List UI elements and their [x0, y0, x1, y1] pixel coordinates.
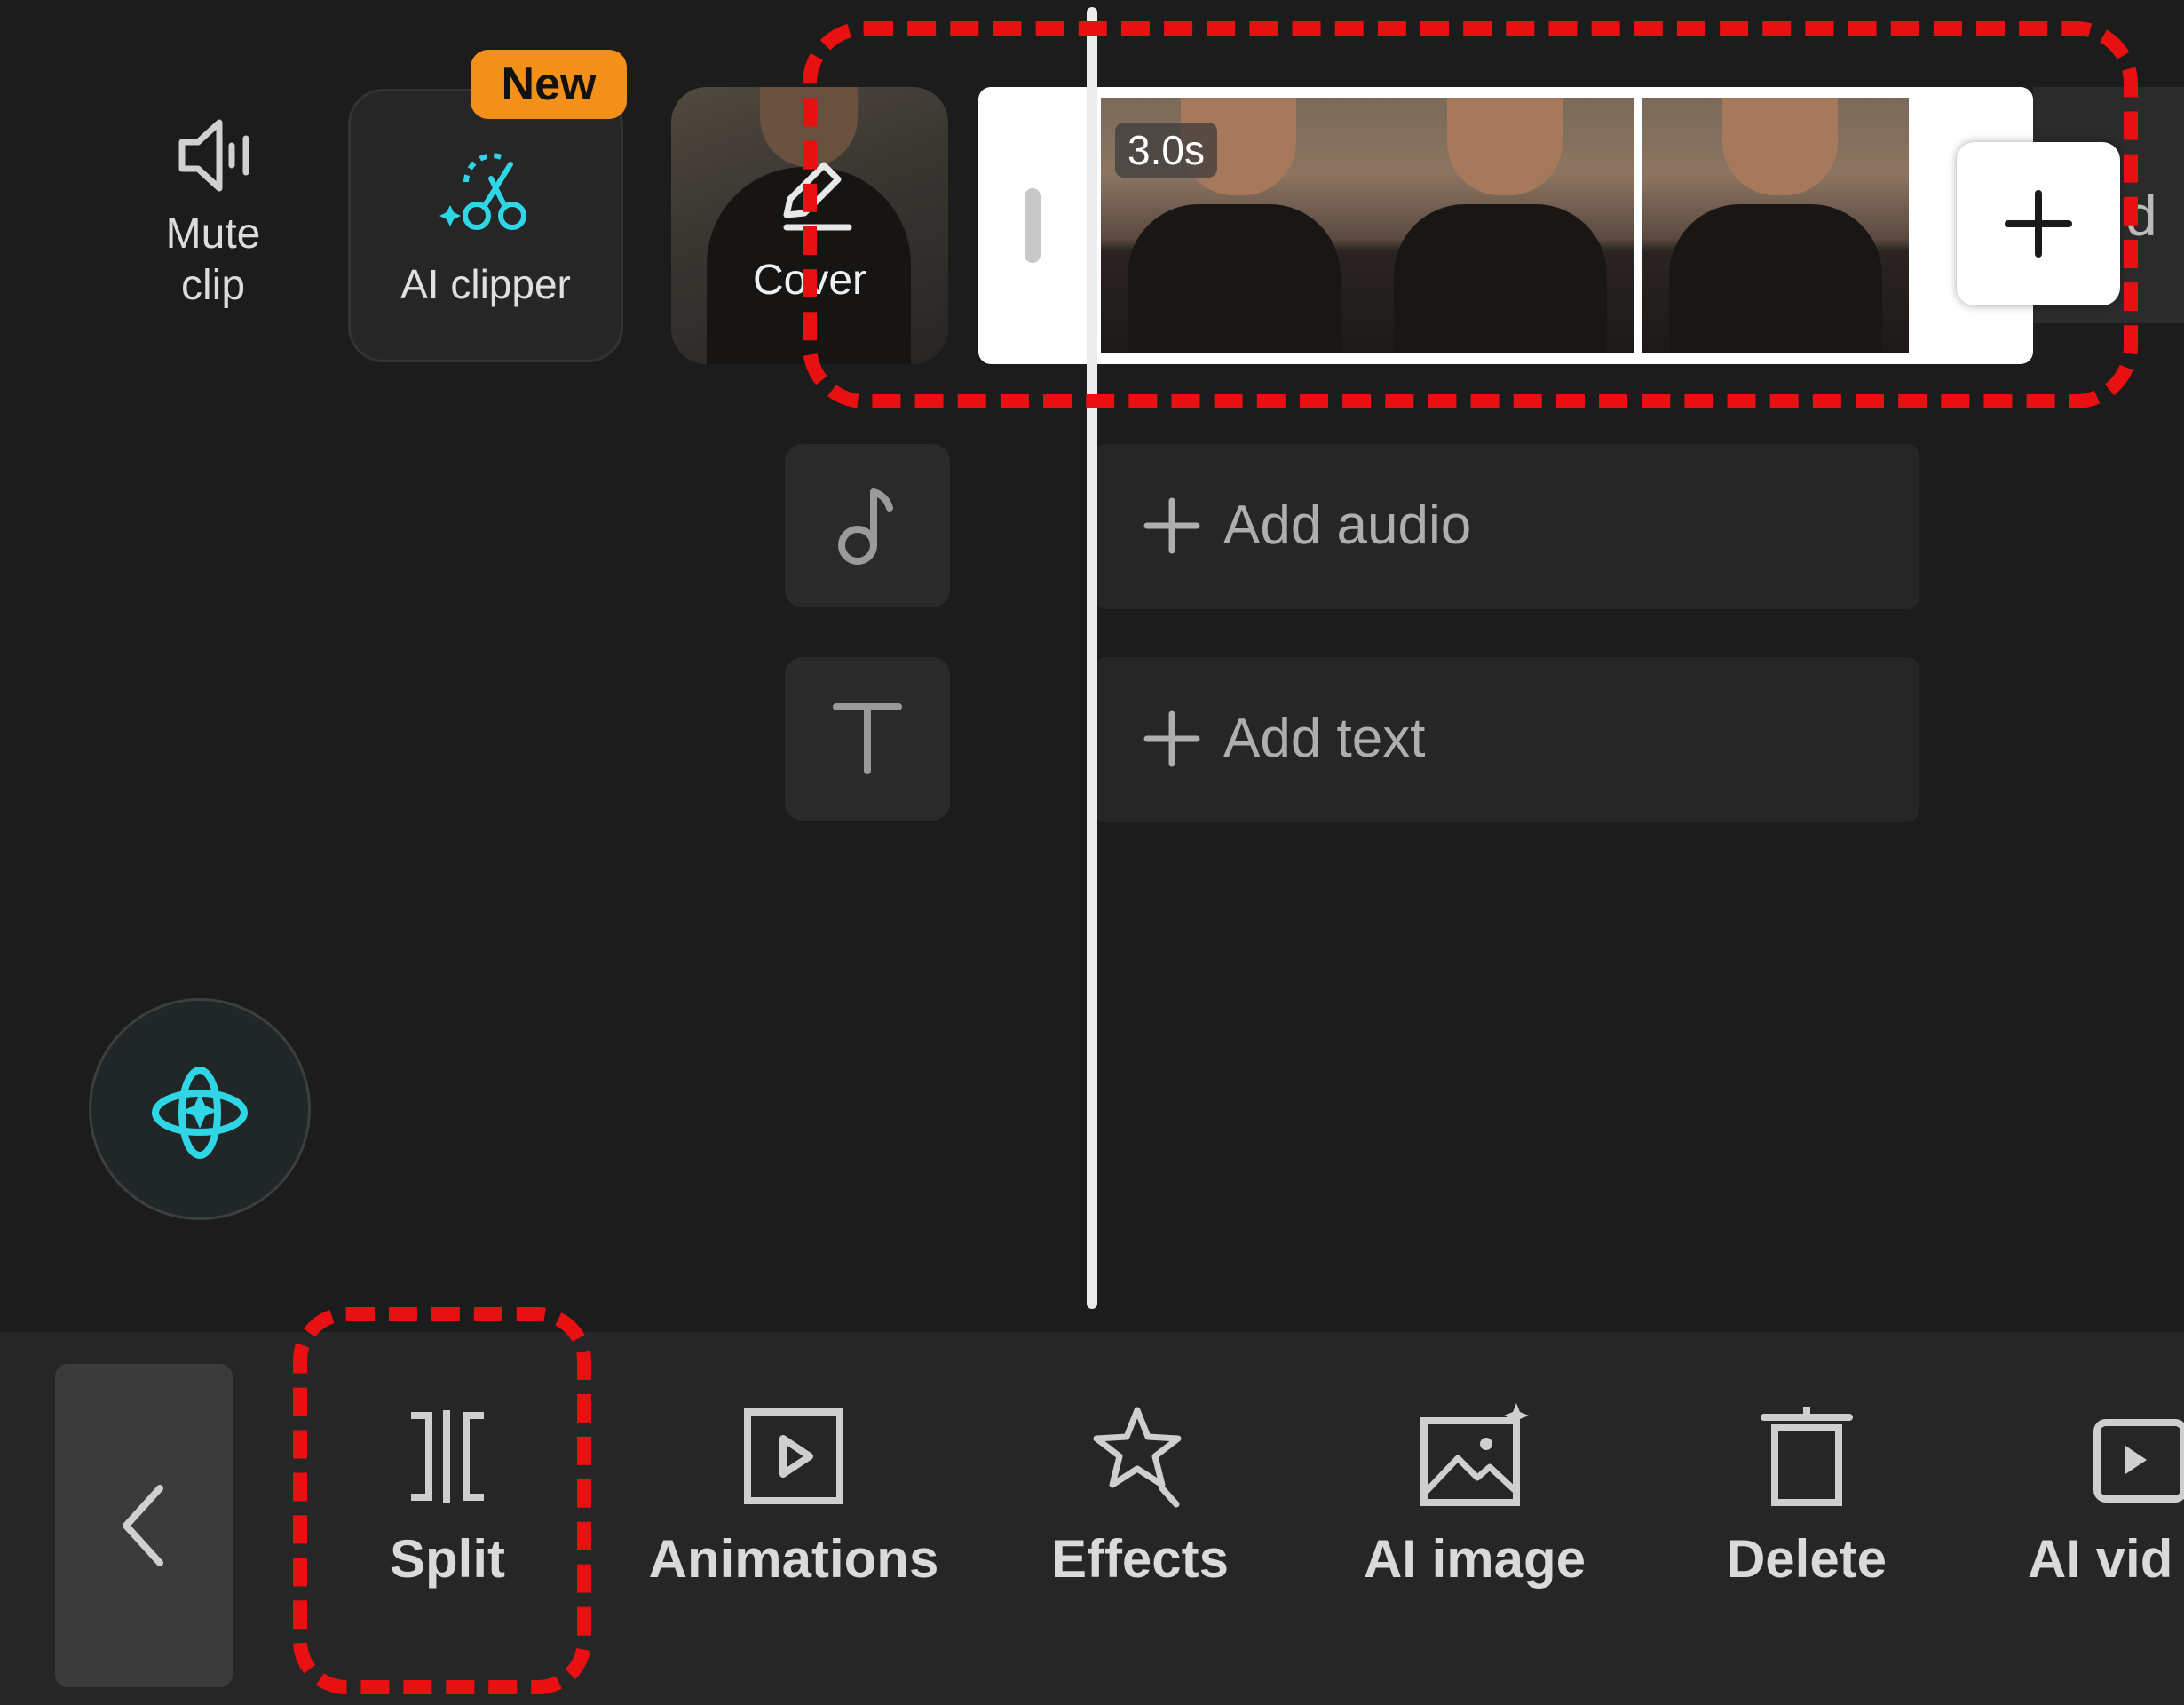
back-button[interactable]	[55, 1364, 233, 1687]
highlight-clip-annotation	[803, 21, 2138, 408]
delete-button[interactable]: Delete	[1705, 1403, 1909, 1590]
chevron-left-icon	[123, 1485, 163, 1566]
speaker-icon	[178, 119, 249, 192]
mute-label-line1: Mute	[165, 210, 261, 258]
ai-image-icon	[1420, 1403, 1529, 1506]
effects-icon	[1093, 1407, 1182, 1508]
ai-image-label: AI image	[1363, 1529, 1587, 1589]
add-audio-track[interactable]: Add audio	[1094, 444, 1919, 609]
ai-clipper-label: AI clipper	[400, 261, 571, 307]
animations-icon	[744, 1408, 843, 1504]
ai-orbit-sparkle-icon	[152, 1067, 248, 1159]
add-text-label: Add text	[1223, 708, 1426, 769]
ai-video-button[interactable]: AI vid	[2024, 1403, 2184, 1590]
audio-track-icon-box[interactable]	[785, 444, 950, 607]
ai-video-icon	[2093, 1419, 2184, 1503]
ai-video-label: AI vid	[2028, 1529, 2173, 1589]
ai-image-button[interactable]: AI image	[1346, 1403, 1603, 1590]
highlight-split-annotation	[293, 1307, 591, 1694]
ai-clipper-icon	[439, 153, 526, 230]
ai-assistant-button[interactable]	[89, 998, 311, 1220]
mute-label-line2: clip	[180, 262, 246, 309]
mute-clip-button[interactable]: Mute clip	[133, 107, 293, 312]
music-note-icon	[838, 488, 893, 565]
delete-icon	[1761, 1407, 1853, 1506]
animations-label: Animations	[648, 1529, 939, 1589]
animations-button[interactable]: Animations	[625, 1403, 962, 1590]
text-t-icon	[833, 703, 902, 774]
text-track-icon-box[interactable]	[785, 657, 950, 821]
effects-button[interactable]: Effects	[1025, 1403, 1255, 1590]
plus-icon	[1143, 710, 1200, 767]
effects-label: Effects	[1050, 1529, 1230, 1589]
plus-icon	[1143, 497, 1200, 554]
ai-clipper-button[interactable]: AI clipper	[348, 89, 623, 362]
add-audio-label: Add audio	[1223, 495, 1472, 556]
add-text-track[interactable]: Add text	[1094, 657, 1919, 822]
new-badge: New	[471, 50, 627, 119]
delete-label: Delete	[1726, 1529, 1887, 1589]
